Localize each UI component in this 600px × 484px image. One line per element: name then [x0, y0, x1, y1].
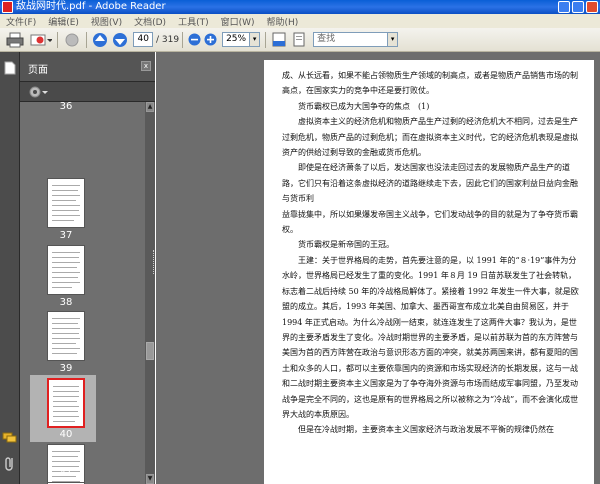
menu-file[interactable]: 文件(F) — [0, 15, 42, 28]
panel-options-bar — [20, 82, 155, 102]
pdf-page: 成、从长远看，如果不能占领物质生产领域的制高点，或者是物质产品销售市场的制高点，… — [264, 60, 594, 484]
paragraph: 货币霸权已成为大国争夺的焦点 (1) — [298, 101, 430, 111]
zoom-dropdown-button[interactable]: ▾ — [250, 32, 261, 47]
document-view[interactable]: 成、从长远看，如果不能占领物质生产领域的制高点，或者是物质产品销售市场的制高点，… — [156, 52, 600, 484]
gray-icon — [61, 31, 83, 49]
options-icon[interactable] — [28, 85, 48, 102]
search-dropdown-button[interactable]: ▾ — [388, 32, 399, 47]
minimize-button[interactable] — [558, 1, 570, 13]
zoom-in-icon[interactable] — [202, 31, 218, 49]
panel-header: 页面 x — [20, 52, 155, 82]
navigation-panel: 页面 x 36 37 38 39 40 41 ▲ ▼ — [0, 52, 155, 484]
save-icon[interactable] — [269, 31, 289, 49]
paragraph: 即使是在经济萧条了以后，发达国家也没法走回过去的发展物质产品生产的道路，它们只有… — [282, 163, 578, 204]
search-input[interactable]: 查找 — [313, 32, 389, 47]
up-arrow-icon[interactable] — [90, 31, 110, 49]
scroll-thumb[interactable] — [146, 342, 154, 360]
scroll-down-button[interactable]: ▼ — [146, 474, 154, 484]
scroll-up-button[interactable]: ▲ — [146, 102, 154, 112]
menu-help[interactable]: 帮助(H) — [261, 15, 305, 28]
menu-view[interactable]: 视图(V) — [85, 15, 128, 28]
panel-close-button[interactable]: x — [141, 61, 151, 71]
paragraph: 王建：关于世界格局的走势，首先要注意的是，以 1991 年的“８·19”事件为分… — [282, 255, 579, 419]
comments-icon[interactable] — [2, 432, 17, 447]
thumbnail-label: 41 — [59, 468, 73, 479]
panel-title: 页面 — [28, 65, 48, 76]
thumbnail-list[interactable]: 36 37 38 39 40 41 ▲ ▼ — [20, 102, 155, 484]
zoom-out-icon[interactable] — [186, 31, 202, 49]
paragraph: 但是在冷战时期，主要资本主义国家经济与政治发展不平衡的规律仍然在 — [298, 425, 554, 435]
fit-page-icon[interactable] — [289, 31, 309, 49]
pdf-app-icon — [2, 1, 13, 13]
thumbnail-label: 38 — [59, 297, 73, 308]
down-arrow-icon[interactable] — [110, 31, 130, 49]
zoom-field[interactable]: 25% — [222, 32, 251, 47]
page-number-input[interactable]: 40 — [133, 32, 153, 47]
menu-bar: 文件(F) 编辑(E) 视图(V) 文档(D) 工具(T) 窗口(W) 帮助(H… — [0, 14, 600, 28]
thumbnail-scrollbar[interactable]: ▲ ▼ — [145, 102, 155, 484]
attachment-icon[interactable] — [4, 456, 16, 475]
menu-edit[interactable]: 编辑(E) — [42, 15, 85, 28]
title-bar: 敌战网时代.pdf - Adobe Reader — [0, 0, 600, 14]
window-title: 敌战网时代.pdf - Adobe Reader — [16, 1, 166, 12]
paragraph: 益靠拢集中，所以如果爆发帝国主义战争，它们发动战争的目的就是为了争夺货币霸权。 — [282, 209, 578, 235]
thumbnail-label: 40 — [59, 429, 73, 440]
menu-document[interactable]: 文档(D) — [128, 15, 172, 28]
paragraph: 虚拟资本主义的经济危机和物质产品生产过剩的经济危机大不相同，过去是生产过剩危机，… — [282, 117, 578, 158]
email-icon[interactable] — [28, 31, 54, 49]
thumbnail-label: 36 — [59, 102, 73, 112]
pages-icon[interactable] — [4, 61, 16, 78]
paragraph: 成、从长远看，如果不能占领物质生产领域的制高点，或者是物质产品销售市场的制高点，… — [282, 71, 578, 96]
thumbnail-label: 37 — [59, 230, 73, 241]
close-window-button[interactable] — [586, 1, 598, 13]
maximize-button[interactable] — [572, 1, 584, 13]
page-total-label: / 319 — [156, 34, 180, 45]
panel-icon-strip — [0, 52, 20, 484]
thumbnail-label: 39 — [59, 363, 73, 374]
menu-tools[interactable]: 工具(T) — [172, 15, 215, 28]
print-icon[interactable] — [2, 31, 28, 49]
menu-window[interactable]: 窗口(W) — [215, 15, 261, 28]
toolbar: 40 / 319 25% ▾ 查找 ▾ — [0, 28, 600, 52]
paragraph: 货币霸权是新帝国的王冠。 — [298, 240, 394, 250]
